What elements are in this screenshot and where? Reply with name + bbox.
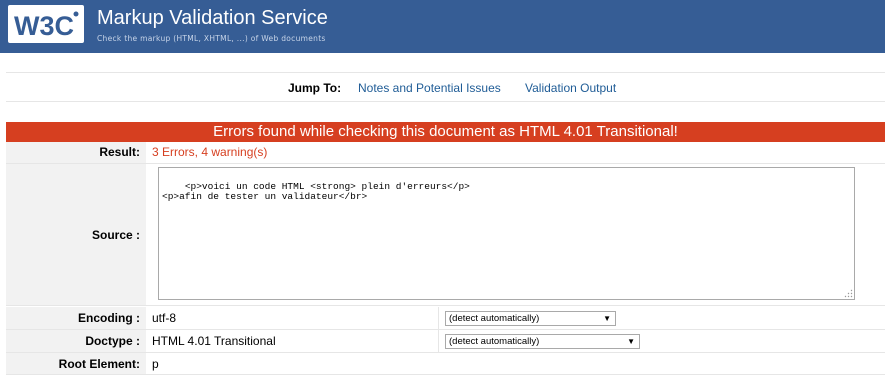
divider: [438, 330, 439, 352]
source-label: Source :: [6, 164, 146, 305]
jump-to-bar: Jump To: Notes and Potential Issues Vali…: [6, 72, 885, 102]
page-subtitle: Check the markup (HTML, XHTML, ...) of W…: [97, 34, 326, 43]
doctype-label: Doctype :: [6, 330, 146, 352]
divider: [438, 307, 439, 329]
doctype-row: Doctype : HTML 4.01 Transitional (detect…: [6, 330, 885, 353]
w3c-logo-graphic: W3C: [10, 7, 82, 41]
dropdown-arrow-icon: ▼: [603, 314, 611, 323]
source-text: <p>voici un code HTML <strong> plein d'e…: [162, 181, 470, 202]
notes-link[interactable]: Notes and Potential Issues: [358, 81, 501, 95]
header-banner: W3C Markup Validation Service Check the …: [0, 0, 885, 53]
logo-text: W3C: [14, 11, 74, 41]
doctype-value: HTML 4.01 Transitional: [152, 334, 276, 348]
root-element-row: Root Element: p: [6, 353, 885, 375]
result-value: 3 Errors, 4 warning(s): [152, 145, 268, 159]
resize-grip-icon[interactable]: [844, 289, 853, 298]
doctype-select-value: (detect automatically): [449, 336, 540, 347]
root-element-label: Root Element:: [6, 353, 146, 374]
dropdown-arrow-icon: ▼: [627, 337, 635, 346]
page-title: Markup Validation Service: [97, 7, 328, 29]
w3c-logo[interactable]: W3C: [8, 5, 84, 43]
source-textarea[interactable]: <p>voici un code HTML <strong> plein d'e…: [158, 167, 855, 300]
encoding-select[interactable]: (detect automatically) ▼: [445, 311, 616, 326]
source-row: Source : <p>voici un code HTML <strong> …: [6, 164, 885, 306]
encoding-label: Encoding :: [6, 307, 146, 329]
encoding-value: utf-8: [152, 311, 177, 325]
doctype-select[interactable]: (detect automatically) ▼: [445, 334, 640, 349]
result-row: Result: 3 Errors, 4 warning(s): [6, 142, 885, 164]
encoding-row: Encoding : utf-8 (detect automatically) …: [6, 307, 885, 330]
error-result-banner: Errors found while checking this documen…: [6, 122, 885, 142]
root-element-value: p: [152, 357, 159, 371]
result-label: Result:: [6, 142, 146, 163]
jump-to-label: Jump To:: [288, 81, 342, 95]
encoding-select-value: (detect automatically): [449, 313, 540, 324]
validation-output-link[interactable]: Validation Output: [525, 81, 616, 95]
